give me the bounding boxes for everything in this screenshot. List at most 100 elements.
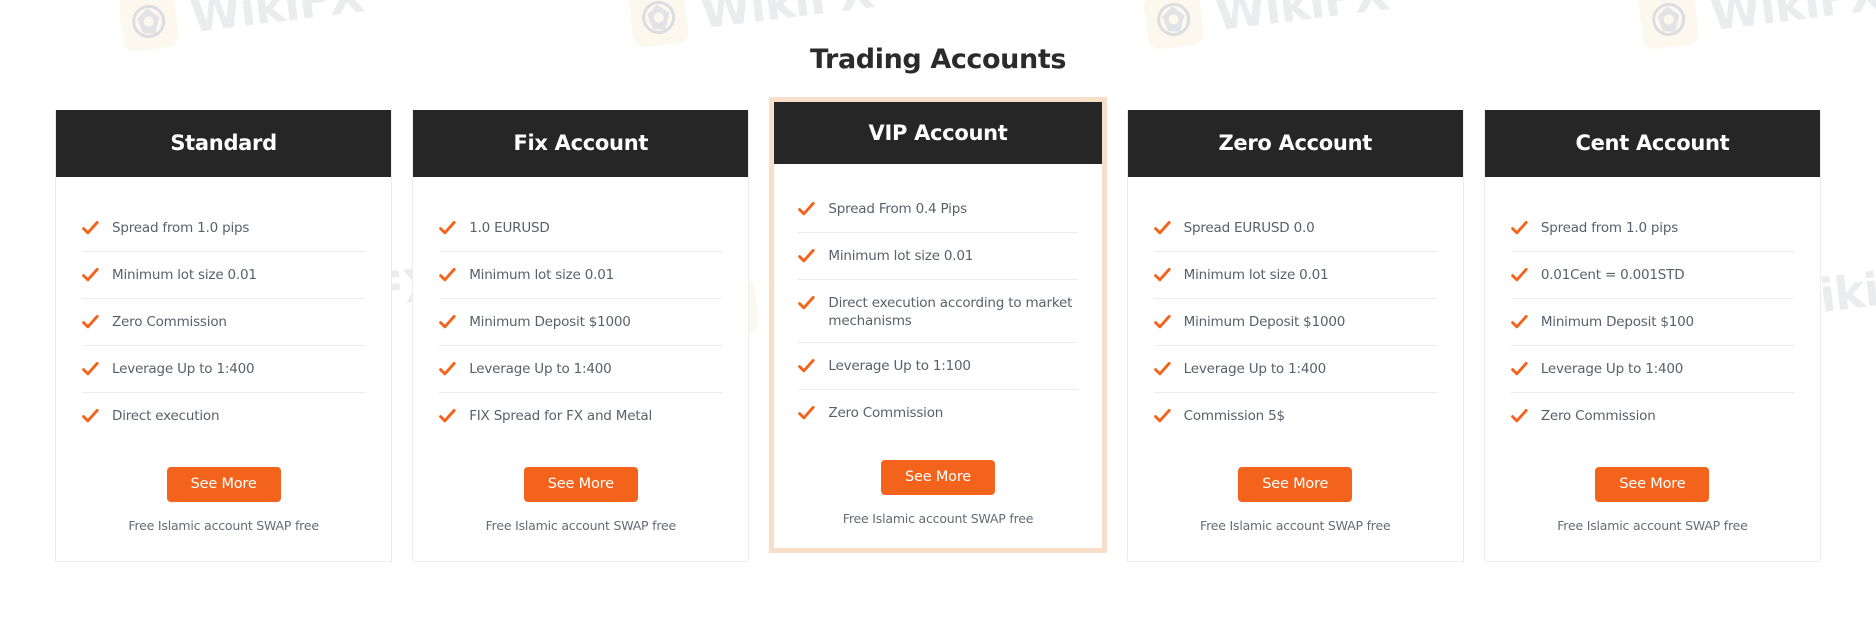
- account-card-title-cent-account: Cent Account: [1484, 110, 1821, 177]
- feature-item: Spread From 0.4 Pips: [798, 200, 1078, 233]
- feature-label: Commission 5$: [1183, 408, 1285, 424]
- check-icon: [439, 267, 456, 284]
- feature-label: Leverage Up to 1:400: [1540, 361, 1684, 377]
- check-icon: [798, 248, 816, 265]
- feature-list-zero-account: Spread EURUSD 0.0 Minimum lot size 0.01 …: [1128, 177, 1463, 439]
- feature-item: Leverage Up to 1:400: [82, 360, 366, 393]
- account-card-fix-account: Fix Account 1.0 EURUSD Minimum lot size …: [412, 110, 750, 562]
- check-icon: [798, 295, 816, 312]
- feature-label: Spread EURUSD 0.0: [1183, 220, 1315, 236]
- check-icon: [1153, 408, 1171, 425]
- check-icon: [798, 405, 816, 422]
- feature-item: Spread EURUSD 0.0: [1153, 219, 1437, 252]
- feature-label: Minimum Deposit $100: [1540, 314, 1694, 330]
- feature-label: FIX Spread for FX and Metal: [469, 408, 653, 424]
- feature-label: Minimum lot size 0.01: [828, 248, 974, 264]
- check-icon: [439, 220, 456, 237]
- account-card-zero-account: Zero Account Spread EURUSD 0.0 Minimum l…: [1126, 110, 1464, 562]
- watermark-text: WikiFX: [697, 0, 877, 40]
- feature-item: Leverage Up to 1:100: [798, 357, 1078, 391]
- check-icon: [82, 361, 99, 378]
- feature-item: Minimum Deposit $100: [1510, 313, 1795, 346]
- feature-list-cent-account: Spread from 1.0 pips 0.01Cent = 0.001STD…: [1485, 177, 1820, 439]
- watermark: WikiFX: [627, 0, 876, 49]
- account-card-title-vip-account: VIP Account: [774, 102, 1102, 164]
- cta-container: See More: [774, 460, 1101, 496]
- feature-item: FIX Spread for FX and Metal: [439, 407, 722, 439]
- check-icon: [82, 314, 99, 331]
- feature-item: Minimum lot size 0.01: [798, 247, 1078, 280]
- feature-list-fix-account: 1.0 EURUSD Minimum lot size 0.01 Minimum…: [413, 177, 748, 439]
- feature-label: Direct execution: [112, 408, 220, 424]
- feature-item: Minimum lot size 0.01: [82, 266, 366, 299]
- wikifx-logo-icon: [627, 0, 690, 49]
- watermark-text: WikiFX: [1707, 0, 1876, 42]
- feature-label: 1.0 EURUSD: [469, 220, 550, 236]
- see-more-button-cent-account[interactable]: See More: [1595, 467, 1710, 502]
- check-icon: [1510, 361, 1528, 378]
- feature-label: Leverage Up to 1:400: [112, 361, 255, 377]
- feature-item: Leverage Up to 1:400: [1510, 360, 1795, 393]
- feature-item: Zero Commission: [798, 404, 1077, 436]
- check-icon: [1510, 314, 1528, 331]
- feature-label: Zero Commission: [112, 314, 227, 330]
- account-card-title-zero-account: Zero Account: [1127, 110, 1463, 177]
- check-icon: [1510, 220, 1528, 237]
- check-icon: [1510, 267, 1528, 284]
- swap-note-fix-account: Free Islamic account SWAP free: [485, 518, 677, 533]
- check-icon: [1510, 408, 1528, 425]
- feature-item: Direct execution: [82, 407, 365, 439]
- feature-label: 0.01Cent = 0.001STD: [1540, 267, 1685, 283]
- check-icon: [439, 361, 456, 378]
- feature-label: Minimum lot size 0.01: [1183, 267, 1329, 283]
- feature-item: Spread from 1.0 pips: [1510, 219, 1795, 252]
- see-more-button-standard[interactable]: See More: [166, 467, 281, 502]
- watermark-text: WikiFX: [187, 0, 367, 44]
- check-icon: [1153, 220, 1171, 237]
- see-more-button-fix-account[interactable]: See More: [523, 467, 638, 502]
- feature-item: Commission 5$: [1153, 407, 1437, 439]
- feature-item: Spread from 1.0 pips: [82, 219, 366, 252]
- cta-container: See More: [413, 467, 748, 502]
- cta-container: See More: [56, 467, 391, 502]
- check-icon: [1153, 267, 1171, 284]
- account-card-standard: Standard Spread from 1.0 pips Minimum lo…: [55, 110, 393, 562]
- watermark-text: WikiFX: [1212, 0, 1392, 42]
- feature-item: Minimum lot size 0.01: [1153, 266, 1437, 299]
- feature-item: Direct execution according to market mec…: [798, 294, 1078, 344]
- feature-label: Leverage Up to 1:400: [1183, 361, 1327, 377]
- account-card-title-standard: Standard: [56, 110, 392, 177]
- feature-item: Zero Commission: [1510, 407, 1794, 439]
- feature-label: Minimum Deposit $1000: [1183, 314, 1346, 330]
- feature-label: Zero Commission: [828, 405, 944, 422]
- check-icon: [82, 220, 99, 237]
- feature-label: Zero Commission: [1540, 408, 1656, 424]
- check-icon: [798, 358, 816, 375]
- check-icon: [798, 201, 816, 218]
- swap-note-zero-account: Free Islamic account SWAP free: [1200, 518, 1391, 533]
- feature-label: Minimum lot size 0.01: [112, 267, 257, 283]
- feature-label: Spread From 0.4 Pips: [828, 201, 967, 217]
- see-more-button-zero-account[interactable]: See More: [1238, 467, 1353, 502]
- feature-item: 0.01Cent = 0.001STD: [1510, 266, 1795, 299]
- feature-item: Minimum Deposit $1000: [1153, 313, 1437, 346]
- feature-label: Direct execution according to market mec…: [828, 295, 1073, 330]
- account-cards-container: Standard Spread from 1.0 pips Minimum lo…: [55, 97, 1822, 562]
- feature-label: Leverage Up to 1:100: [828, 358, 971, 375]
- feature-label: Spread from 1.0 pips: [1540, 220, 1679, 236]
- account-card-cent-account: Cent Account Spread from 1.0 pips 0.01Ce…: [1483, 110, 1822, 562]
- cta-container: See More: [1485, 467, 1820, 502]
- feature-item: Leverage Up to 1:400: [1153, 360, 1437, 393]
- check-icon: [1153, 314, 1171, 331]
- feature-label: Spread from 1.0 pips: [112, 220, 250, 236]
- check-icon: [439, 408, 456, 425]
- see-more-button-vip-account[interactable]: See More: [881, 460, 996, 496]
- account-card-title-fix-account: Fix Account: [413, 110, 749, 177]
- feature-list-vip-account: Spread From 0.4 Pips Minimum lot size 0.…: [774, 164, 1101, 436]
- swap-note-vip-account: Free Islamic account SWAP free: [842, 511, 1034, 527]
- feature-item: Minimum lot size 0.01: [439, 266, 723, 299]
- cta-container: See More: [1128, 467, 1463, 502]
- check-icon: [82, 408, 99, 425]
- feature-item: 1.0 EURUSD: [439, 219, 723, 252]
- account-card-vip-account: VIP Account Spread From 0.4 Pips Minimum…: [769, 97, 1107, 554]
